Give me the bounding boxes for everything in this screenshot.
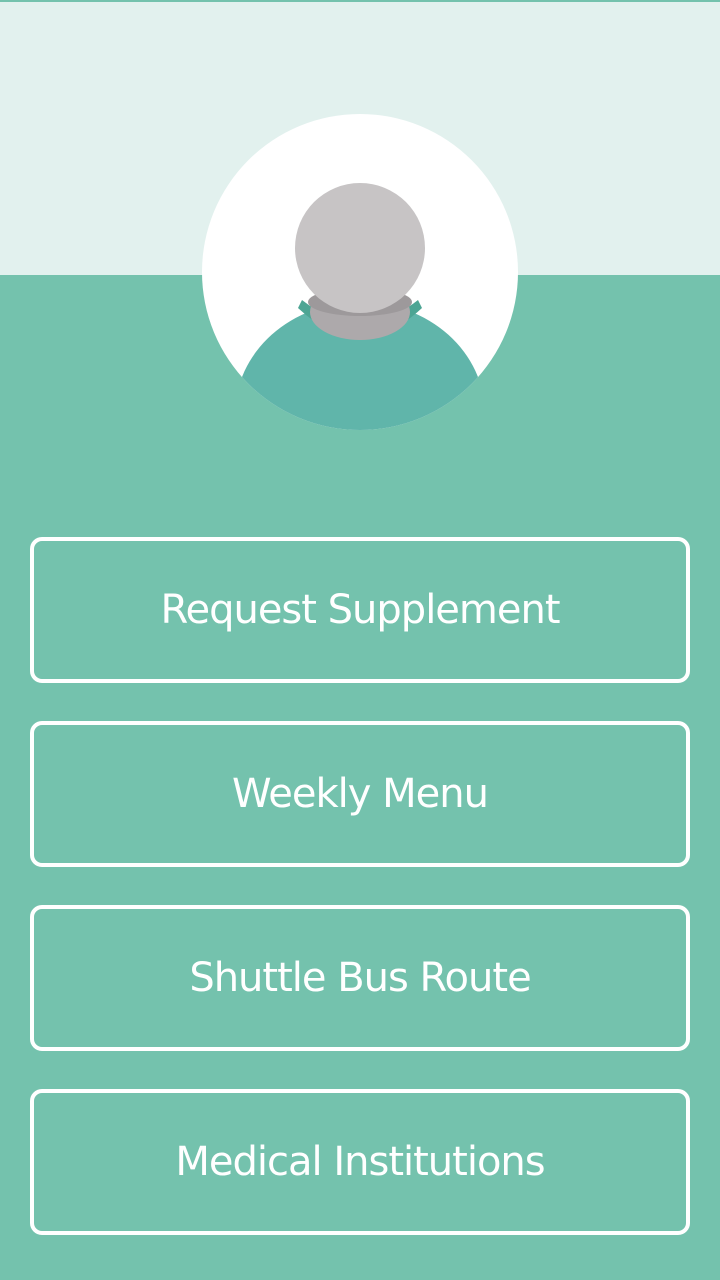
weekly-menu-label: Weekly Menu [232, 771, 489, 817]
profile-avatar[interactable] [202, 114, 518, 430]
request-supplement-label: Request Supplement [160, 587, 560, 633]
weekly-menu-button[interactable]: Weekly Menu [30, 721, 690, 867]
shuttle-bus-route-label: Shuttle Bus Route [189, 955, 531, 1001]
medical-institutions-button[interactable]: Medical Institutions [30, 1089, 690, 1235]
medical-institutions-label: Medical Institutions [175, 1139, 545, 1185]
shuttle-bus-route-button[interactable]: Shuttle Bus Route [30, 905, 690, 1051]
request-supplement-button[interactable]: Request Supplement [30, 537, 690, 683]
person-icon [235, 183, 485, 430]
